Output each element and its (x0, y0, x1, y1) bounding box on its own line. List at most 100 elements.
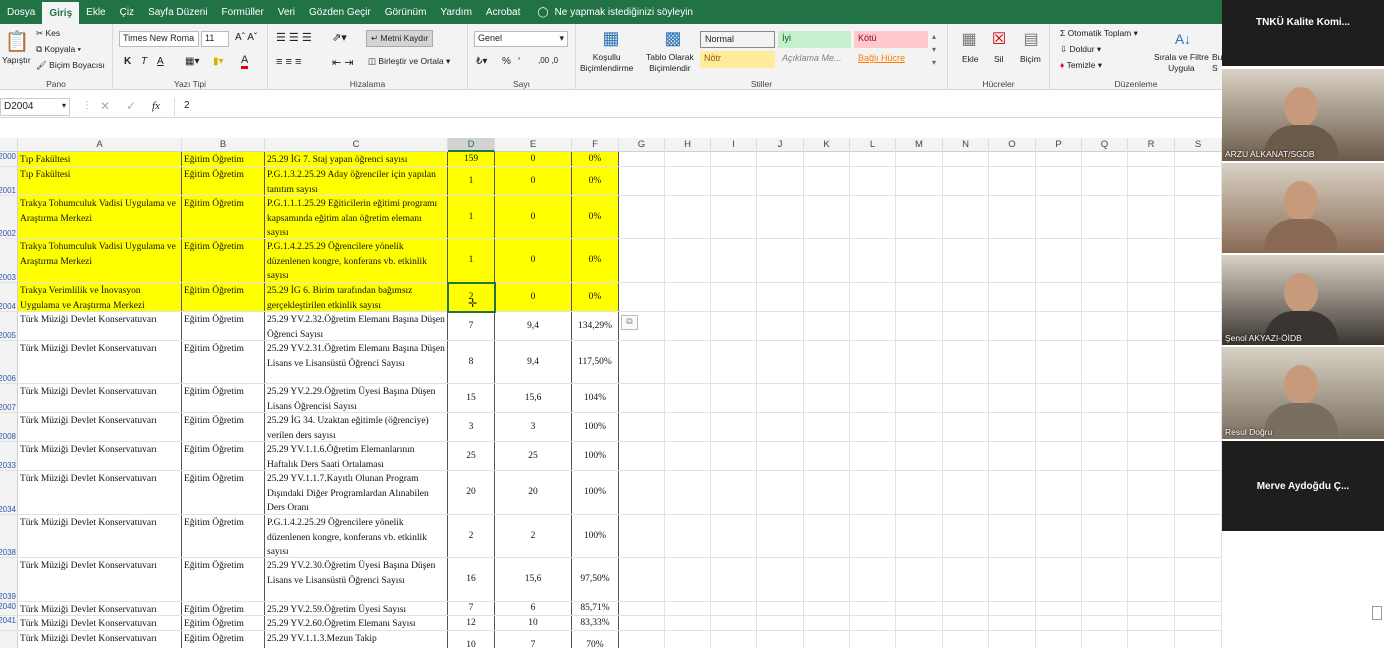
cell-g[interactable] (619, 602, 665, 615)
italic-button[interactable]: T (141, 56, 147, 67)
column-header-g[interactable]: G (619, 138, 665, 152)
cell-h[interactable] (665, 341, 711, 383)
column-header-k[interactable]: K (804, 138, 850, 152)
cell-n[interactable] (943, 167, 989, 195)
cell-c[interactable]: P.G.1.3.2.25.29 Aday öğrenciler için yap… (265, 167, 448, 195)
cell-n[interactable] (943, 196, 989, 238)
cell-c[interactable]: 25.29 YV.1.1.3.Mezun Takip (265, 631, 448, 648)
cell-i[interactable] (711, 413, 757, 441)
cell-r[interactable] (1128, 558, 1175, 601)
cell-r[interactable] (1128, 196, 1175, 238)
cell-p[interactable] (1036, 602, 1082, 615)
tab-gozden-gecir[interactable]: Gözden Geçir (302, 0, 378, 24)
cell-f[interactable]: 0% (572, 239, 619, 282)
cell-k[interactable] (804, 167, 850, 195)
cell-k[interactable] (804, 602, 850, 615)
cell-r[interactable] (1128, 167, 1175, 195)
column-header-e[interactable]: E (495, 138, 572, 152)
cell-s[interactable] (1175, 471, 1222, 514)
cell-k[interactable] (804, 413, 850, 441)
cell-e[interactable]: 7 (495, 631, 572, 648)
row-header[interactable]: 2004 (0, 283, 18, 311)
cell-g[interactable] (619, 631, 665, 648)
cell-l[interactable] (850, 616, 896, 630)
cell-d[interactable]: 3 (448, 413, 495, 441)
cell-g[interactable] (619, 442, 665, 470)
cell-e[interactable]: 0 (495, 239, 572, 282)
cell-b[interactable]: Eğitim Öğretim (182, 341, 265, 383)
cell-p[interactable] (1036, 442, 1082, 470)
tab-formuller[interactable]: Formüller (215, 0, 271, 24)
cell-o[interactable] (989, 312, 1036, 340)
cell-s[interactable] (1175, 631, 1222, 648)
cell-r[interactable] (1128, 631, 1175, 648)
cell-q[interactable] (1082, 312, 1128, 340)
find-select-button[interactable]: Bu S (1212, 52, 1222, 74)
cell-p[interactable] (1036, 413, 1082, 441)
underline-button[interactable]: A (157, 56, 164, 67)
cell-r[interactable] (1128, 283, 1175, 311)
cell-j[interactable] (757, 283, 804, 311)
cell-d[interactable]: 159 (448, 152, 495, 166)
cell-p[interactable] (1036, 341, 1082, 383)
tab-dosya[interactable]: Dosya (0, 0, 42, 24)
row-header[interactable]: 2040 (0, 602, 18, 615)
cell-m[interactable] (896, 196, 943, 238)
cell-o[interactable] (989, 602, 1036, 615)
cell-h[interactable] (665, 167, 711, 195)
grow-font-icon[interactable]: Aˆ Aˇ (235, 32, 257, 43)
cell-i[interactable] (711, 631, 757, 648)
merge-center-button[interactable]: ◫ Birleştir ve Ortala ▾ (368, 56, 450, 67)
cell-n[interactable] (943, 602, 989, 615)
style-linked-cell[interactable]: Bağlı Hücre (854, 51, 928, 68)
tab-giris[interactable]: Giriş (42, 2, 80, 24)
cell-j[interactable] (757, 413, 804, 441)
row-header[interactable]: 2001 (0, 167, 18, 195)
column-header-h[interactable]: H (665, 138, 711, 152)
cell-l[interactable] (850, 442, 896, 470)
cell-g[interactable] (619, 152, 665, 166)
row-header[interactable]: 2041 (0, 616, 18, 630)
cell-l[interactable] (850, 515, 896, 557)
video-tile-presenter[interactable]: TNKÜ Kalite Komi... (1222, 0, 1384, 66)
cell-s[interactable] (1175, 558, 1222, 601)
cell-o[interactable] (989, 558, 1036, 601)
cell-p[interactable] (1036, 239, 1082, 282)
cell-g[interactable] (619, 341, 665, 383)
cell-h[interactable] (665, 413, 711, 441)
cell-a[interactable]: Trakya Tohumculuk Vadisi Uygulama ve Ara… (18, 239, 182, 282)
cell-m[interactable] (896, 239, 943, 282)
cell-i[interactable] (711, 152, 757, 166)
tab-veri[interactable]: Veri (271, 0, 302, 24)
cell-l[interactable] (850, 602, 896, 615)
style-explanatory[interactable]: Açıklama Me... (778, 51, 851, 68)
cell-p[interactable] (1036, 283, 1082, 311)
cell-a[interactable]: Türk Müziği Devlet Konservatuvarı (18, 413, 182, 441)
cell-o[interactable] (989, 442, 1036, 470)
insert-cells-icon[interactable]: ▦ (958, 27, 980, 51)
cell-a[interactable]: Türk Müziği Devlet Konservatuvarı (18, 616, 182, 630)
cell-s[interactable] (1175, 413, 1222, 441)
font-name-select[interactable]: Times New Roma (119, 31, 199, 47)
align-top-icon[interactable]: ☰ ☰ ☰ (276, 31, 312, 44)
cell-d[interactable]: 8 (448, 341, 495, 383)
cell-g[interactable] (619, 471, 665, 514)
cell-j[interactable] (757, 631, 804, 648)
row-header[interactable]: 2038 (0, 515, 18, 557)
cell-s[interactable] (1175, 283, 1222, 311)
conditional-format-button[interactable]: Koşullu Biçimlendirme (580, 52, 633, 74)
row-header[interactable]: 2008 (0, 413, 18, 441)
cell-o[interactable] (989, 196, 1036, 238)
cell-j[interactable] (757, 341, 804, 383)
cut-button[interactable]: ✂ Kes (36, 28, 60, 39)
cell-q[interactable] (1082, 413, 1128, 441)
cell-l[interactable] (850, 558, 896, 601)
cell-l[interactable] (850, 384, 896, 412)
cell-i[interactable] (711, 167, 757, 195)
cell-b[interactable]: Eğitim Öğretim (182, 471, 265, 514)
cell-n[interactable] (943, 413, 989, 441)
cell-f[interactable]: 0% (572, 167, 619, 195)
cell-p[interactable] (1036, 167, 1082, 195)
video-tile-participant-5[interactable]: Merve Aydoğdu Ç... (1222, 441, 1384, 531)
cell-o[interactable] (989, 167, 1036, 195)
